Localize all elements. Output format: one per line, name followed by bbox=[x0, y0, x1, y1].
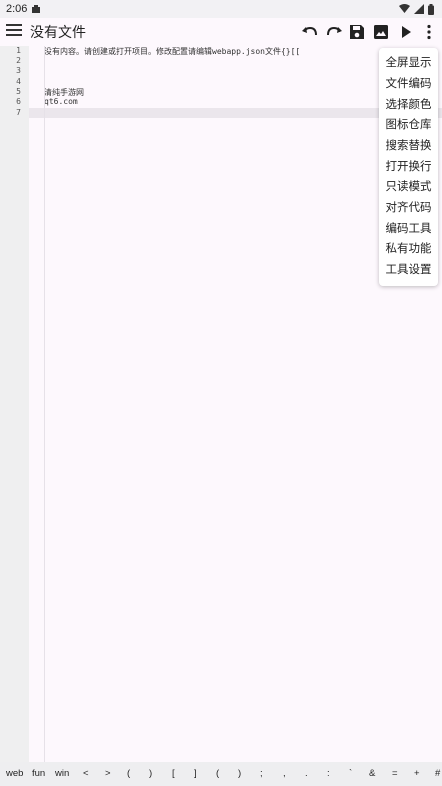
menu-item-choose-color[interactable]: 选择颜色 bbox=[379, 94, 438, 114]
symbol-key-ampersand[interactable]: & bbox=[369, 768, 375, 779]
notification-icon bbox=[32, 5, 40, 13]
menu-item-encoding-tools[interactable]: 编码工具 bbox=[379, 218, 438, 238]
status-icons bbox=[399, 3, 434, 15]
menu-item-search-replace[interactable]: 搜索替换 bbox=[379, 135, 438, 155]
signal-icon bbox=[414, 4, 424, 14]
status-bar: 2:06 bbox=[0, 0, 442, 18]
symbol-key-web[interactable]: web bbox=[6, 768, 23, 779]
line-number-gutter: 1 2 3 4 5 6 7 bbox=[0, 46, 29, 762]
app-bar: 没有文件 bbox=[0, 18, 442, 46]
line-number: 4 bbox=[16, 77, 21, 86]
battery-icon bbox=[428, 3, 434, 15]
symbol-key-win[interactable]: win bbox=[55, 768, 69, 779]
line-number: 7 bbox=[16, 108, 21, 117]
run-icon[interactable] bbox=[397, 23, 415, 41]
line-number: 1 bbox=[16, 46, 21, 55]
symbol-key-colon[interactable]: : bbox=[327, 768, 330, 779]
symbol-key-rparen[interactable]: ) bbox=[149, 768, 152, 779]
symbol-key-period[interactable]: . bbox=[305, 768, 308, 779]
editor-margin-rule bbox=[44, 46, 45, 762]
symbol-key-comma[interactable]: , bbox=[283, 768, 286, 779]
symbol-key-hash[interactable]: # bbox=[435, 768, 440, 779]
menu-item-icon-repository[interactable]: 图标仓库 bbox=[379, 114, 438, 134]
line-number: 5 bbox=[16, 87, 21, 96]
status-time: 2:06 bbox=[6, 3, 28, 15]
overflow-menu: 全屏显示 文件编码 选择颜色 图标仓库 搜索替换 打开换行 只读模式 对齐代码 … bbox=[379, 48, 438, 286]
menu-item-file-encoding[interactable]: 文件编码 bbox=[379, 73, 438, 93]
menu-item-word-wrap[interactable]: 打开换行 bbox=[379, 156, 438, 176]
line-number: 3 bbox=[16, 66, 21, 75]
symbol-key-lparen-2[interactable]: ( bbox=[216, 768, 219, 779]
save-icon[interactable] bbox=[348, 23, 366, 41]
symbol-key-equals[interactable]: = bbox=[392, 768, 398, 779]
symbol-key-lt[interactable]: < bbox=[83, 768, 89, 779]
symbol-key-backtick[interactable]: ` bbox=[349, 768, 352, 779]
menu-item-fullscreen[interactable]: 全屏显示 bbox=[379, 52, 438, 72]
symbol-key-rparen-2[interactable]: ) bbox=[238, 768, 241, 779]
wifi-icon bbox=[399, 4, 410, 13]
symbol-key-lparen[interactable]: ( bbox=[127, 768, 130, 779]
page-title: 没有文件 bbox=[30, 25, 86, 41]
redo-icon[interactable] bbox=[325, 23, 343, 41]
menu-item-tool-settings[interactable]: 工具设置 bbox=[379, 259, 438, 279]
menu-item-read-only[interactable]: 只读模式 bbox=[379, 176, 438, 196]
line-number: 2 bbox=[16, 56, 21, 65]
undo-icon[interactable] bbox=[301, 23, 319, 41]
symbol-key-plus[interactable]: + bbox=[414, 768, 420, 779]
app-screen: 2:06 没有文件 1 2 3 4 5 6 7 没有内容。请创建或打开项目。修改… bbox=[0, 0, 442, 786]
menu-item-align-code[interactable]: 对齐代码 bbox=[379, 197, 438, 217]
symbol-bar: web fun win < > ( ) [ ] ( ) ; , . : ` & … bbox=[0, 762, 442, 786]
code-line: 没有内容。请创建或打开项目。修改配置请编辑webapp.json文件{}[[ bbox=[44, 47, 301, 56]
symbol-key-semicolon[interactable]: ; bbox=[260, 768, 263, 779]
symbol-key-rbracket[interactable]: ] bbox=[194, 768, 197, 779]
line-number: 6 bbox=[16, 97, 21, 106]
symbol-key-fun[interactable]: fun bbox=[32, 768, 45, 779]
symbol-key-gt[interactable]: > bbox=[105, 768, 111, 779]
more-vert-icon[interactable] bbox=[420, 23, 438, 41]
code-line: qt6.com bbox=[44, 97, 78, 106]
menu-icon[interactable] bbox=[6, 24, 22, 38]
symbol-key-lbracket[interactable]: [ bbox=[172, 768, 175, 779]
menu-item-private-features[interactable]: 私有功能 bbox=[379, 238, 438, 258]
image-icon[interactable] bbox=[372, 23, 390, 41]
